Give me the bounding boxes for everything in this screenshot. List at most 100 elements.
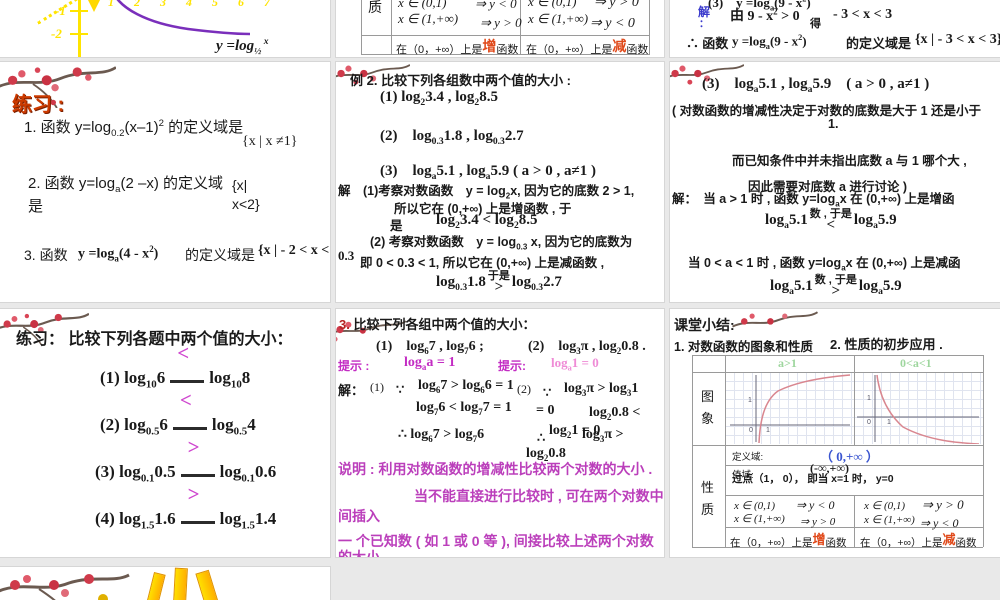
question-2: (2) log0.31.8 , log0.32.7 <box>380 128 524 147</box>
answer-blank: > <box>180 482 215 524</box>
solution-2-base: 0.3 <box>338 248 355 263</box>
conclusion-prefix: ∴ 函数 <box>686 36 729 51</box>
practice-item-1: 1. 函数 y=log0.2(x–1)2 的定义域是 <box>24 118 244 139</box>
condition: x ∈ (1,+∞) <box>734 513 785 525</box>
condition: x ∈ (1,+∞) <box>398 11 459 26</box>
practice-title: 练习 : <box>12 94 65 116</box>
wordart-stroke <box>195 569 219 600</box>
remark-line-2: 当不能直接进行比较时 , 可在两个对数中 <box>414 488 664 504</box>
answer-value: < <box>179 388 192 412</box>
answer-blank: < <box>170 341 205 383</box>
compare-item-2: (2) log0.56 < log0.54 <box>100 388 256 438</box>
slide-thumbnail-8[interactable]: 3. 比较下列各组中两个值的大小： (1) log67 , log76 ; (2… <box>336 309 664 557</box>
answer-value: < <box>177 341 190 365</box>
inequality-right: loga5.9 <box>853 212 897 232</box>
increasing-keyword: 增 <box>482 38 497 54</box>
step-result: - 3 < x < 3 <box>833 7 893 22</box>
formula-3: ∴ log67 > log76 <box>398 427 485 444</box>
decreasing-keyword: 减 <box>612 38 627 54</box>
condition: x ∈ (1,+∞) <box>528 11 589 26</box>
solution-label: 解： <box>338 383 365 398</box>
graph-decreasing-cell: 1 0 1 <box>855 373 983 445</box>
slide-thumbnail-9[interactable]: 课堂小结: 1. 对数函数的图象和性质 2. 性质的初步应用 . a>1 0<a… <box>670 309 1000 557</box>
summary-point-2: 2. 性质的初步应用 . <box>830 337 943 352</box>
domain-label: 定义域: <box>732 452 764 463</box>
condition: x ∈ (1,+∞) <box>864 514 915 526</box>
formula-1: log67 > log66 = 1 <box>418 378 514 395</box>
part-1-number: (1) <box>370 380 384 394</box>
comparison-sign: > <box>831 283 841 300</box>
inequality-left: loga5.1 <box>765 212 808 232</box>
summary-title: 课堂小结: <box>674 317 735 333</box>
overlap-stack: 数 , 于是 < <box>810 208 852 232</box>
item-number: (3) <box>95 462 120 481</box>
inequality-left: loga5.1 <box>770 278 813 298</box>
slide-thumbnail-3[interactable]: (3) y =loga(9 - x2) 解 ： 由 9 - x2 > 0 得 -… <box>670 0 1000 57</box>
example-title: 例 2. 比较下列各组数中两个值的大小 : <box>350 73 572 88</box>
log-left: log1.51.6 <box>119 509 176 532</box>
wordart-stroke <box>146 572 166 600</box>
tick-label: 0 <box>749 427 753 434</box>
item-number: (4) <box>95 509 120 528</box>
remark-line-1: 说明 : 利用对数函数的增减性比较两个对数的大小 . <box>338 461 653 477</box>
answer-2-line2: x<2} <box>232 196 260 212</box>
solution-1-inequality: log23.4 < log28.5 <box>436 212 538 231</box>
compare-item-1: (1) log106 < log108 <box>100 341 250 391</box>
slide-thumbnail-1[interactable]: 1 2 3 4 5 6 7 -1 -2 y =log½ x <box>0 0 330 57</box>
remark-line-4: 一 个已知数 ( 如 1 或 0 等 ), 间接比较上述两个对数 <box>338 533 654 549</box>
formula-2: log76 < log77 = 1 <box>416 400 512 417</box>
implication: ⇒ y < 0 <box>796 498 835 512</box>
title-number: 3. <box>339 317 350 332</box>
formula-4b: = 0 <box>536 403 555 418</box>
question3-title: 3. 比较下列各组中两个值的大小： <box>339 314 535 333</box>
answer-blank: < <box>172 388 207 430</box>
because-symbol: ∵ <box>543 385 552 400</box>
slide-thumbnail-7[interactable]: 练习： 比较下列各题中两个值的大小： (1) log106 < log108 (2)… <box>0 309 330 557</box>
practice-item-3-formula: y =loga(4 - x2) <box>78 244 159 264</box>
slide-thumbnail-4[interactable]: 练习 : 1. 函数 y=log0.2(x–1)2 的定义域是 {x | x ≠… <box>0 62 330 302</box>
hint-2-formula: loga1 = 0 <box>551 355 599 373</box>
answer-value: > <box>187 435 200 459</box>
log-left: log106 <box>124 368 166 391</box>
solution-2-line1: (2) 考察对数函数 y = log0.3 x, 因为它的底数为 <box>370 235 633 252</box>
condition: x ∈ (0,1) <box>398 0 447 10</box>
note-suffix: 函数 <box>496 44 519 56</box>
formula-5: log20.8 < <box>589 405 641 422</box>
case2-line: 当 0 < a < 1 时 , 函数 y=logax 在 (0,+∞) 上是减函 <box>688 256 961 273</box>
formula-6b: log3π > <box>582 427 624 444</box>
note-prefix: 在（0，+∞）上是 <box>730 537 813 549</box>
sub-question-2: (2) log3π , log20.8 . <box>528 339 646 356</box>
implication: ⇒ y > 0 <box>480 15 522 30</box>
answer-2-line1: {x| <box>232 177 248 193</box>
compare-item-3: (3) log0.10.5 > log0.10.6 <box>95 435 277 485</box>
log-right: log0.10.6 <box>219 462 277 485</box>
conclusion-formula: y =loga(9 - x2) <box>732 33 807 51</box>
conclusion-set: {x | - 3 < x < 3} <box>915 32 1000 47</box>
note-suffix: 函数 <box>955 537 977 549</box>
because-symbol: ∵ <box>396 382 405 397</box>
log-left: log0.56 <box>124 415 168 438</box>
practice-item-3-prefix: 3. 函数 <box>24 247 68 263</box>
fixed-point-note: 过点（1， 0）， 即当 x=1 时， y=0 <box>732 473 894 485</box>
note-prefix: 在（0，+∞）上是 <box>396 44 483 56</box>
slide-thumbnail-2[interactable]: 质 x ∈ (0,1) ⇒ y < 0 x ∈ (1,+∞) ⇒ y > 0 x… <box>336 0 664 57</box>
slide-thumbnail-6[interactable]: (3) loga5.1 , loga5.9 ( a > 0 , a≠1 ) ( … <box>670 62 1000 302</box>
tick-label: 1 <box>748 397 752 404</box>
decreasing-keyword: 减 <box>942 532 956 547</box>
curve-formula: y =log½ x <box>216 36 269 57</box>
slide-thumbnail-10[interactable] <box>0 567 330 600</box>
tick-label: 1 <box>887 419 891 426</box>
note-prefix: 在（0，+∞）上是 <box>526 44 613 56</box>
hint-1-label: 提示 : <box>338 359 370 373</box>
hint-2-label: 提示: <box>498 359 526 373</box>
inequality-left: log0.31.8 <box>436 274 486 294</box>
formula-4: log3π > log31 <box>564 381 639 398</box>
question-3-restate: (3) loga5.1 , loga5.9 ( a > 0 , a≠1 ) <box>702 76 930 95</box>
item-number: (2) <box>100 415 125 434</box>
slide-thumbnail-5[interactable]: 例 2. 比较下列各组数中两个值的大小 : (1) log23.4 , log2… <box>336 62 664 302</box>
log-curve-decreasing <box>857 374 980 445</box>
case1-inequality: loga5.1 数 , 于是 < loga5.9 <box>765 208 897 232</box>
step-formula: 由 9 - x2 > 0 <box>730 6 800 24</box>
answer-value: > <box>187 482 200 506</box>
answer-3: {x | - 2 < x < 2} <box>258 243 330 258</box>
